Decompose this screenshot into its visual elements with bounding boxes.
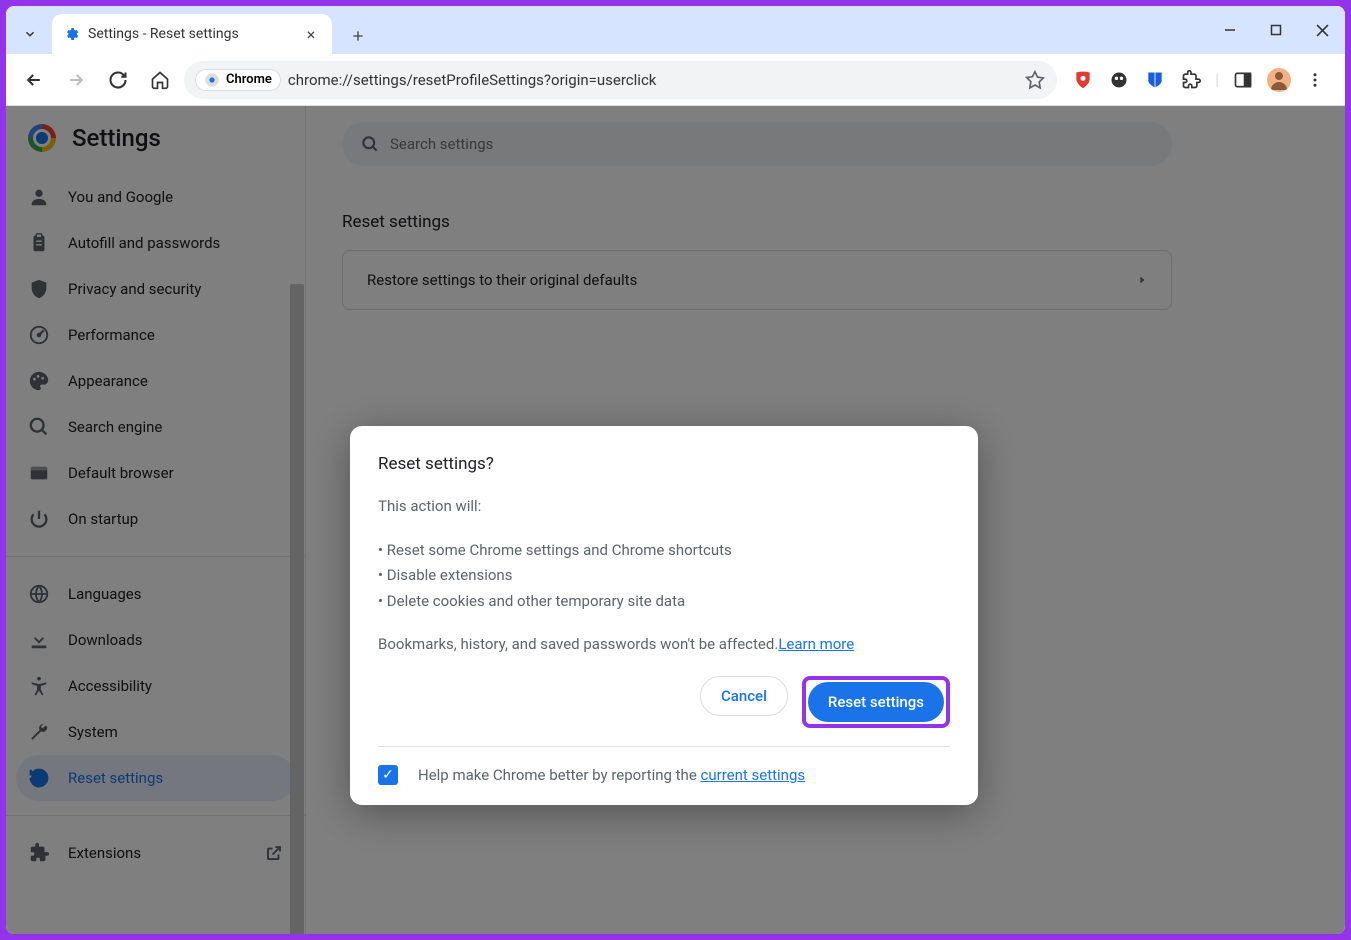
- address-bar[interactable]: Chrome chrome://settings/resetProfileSet…: [184, 61, 1057, 99]
- bookmark-star-icon[interactable]: [1025, 70, 1045, 90]
- gear-icon: [64, 26, 80, 42]
- footer-text: Help make Chrome better by reporting the: [418, 766, 701, 784]
- highlight-annotation: Reset settings: [802, 676, 950, 728]
- menu-button[interactable]: [1303, 68, 1327, 92]
- reload-button[interactable]: [100, 62, 136, 98]
- dialog-actions: Cancel Reset settings: [378, 676, 950, 728]
- content-area: Settings You and GoogleAutofill and pass…: [6, 106, 1345, 934]
- window-controls: [1207, 6, 1345, 54]
- dialog-title: Reset settings?: [378, 454, 950, 474]
- tab-search-button[interactable]: [10, 14, 50, 54]
- dialog-note: Bookmarks, history, and saved passwords …: [378, 635, 778, 653]
- reset-settings-dialog: Reset settings? This action will: Reset …: [350, 426, 978, 805]
- extension-icon-2[interactable]: [1107, 68, 1131, 92]
- profile-avatar[interactable]: [1267, 68, 1291, 92]
- tab-close-button[interactable]: ×: [302, 25, 320, 44]
- learn-more-link[interactable]: Learn more: [778, 635, 854, 653]
- dialog-bullet: Delete cookies and other temporary site …: [378, 589, 950, 615]
- browser-window: Settings - Reset settings × Chrome chrom…: [6, 6, 1345, 934]
- ublock-icon[interactable]: [1071, 68, 1095, 92]
- new-tab-button[interactable]: [340, 18, 376, 54]
- back-button[interactable]: [16, 62, 52, 98]
- browser-tab[interactable]: Settings - Reset settings ×: [52, 14, 332, 54]
- dialog-intro: This action will:: [378, 494, 950, 520]
- chrome-logo-icon: [204, 72, 220, 88]
- report-checkbox[interactable]: ✓: [378, 765, 398, 785]
- dialog-bullet: Disable extensions: [378, 563, 950, 589]
- chrome-chip: Chrome: [196, 70, 280, 90]
- url-text: chrome://settings/resetProfileSettings?o…: [288, 71, 657, 89]
- tab-title: Settings - Reset settings: [88, 26, 294, 42]
- cancel-button[interactable]: Cancel: [700, 676, 788, 716]
- reset-settings-button[interactable]: Reset settings: [808, 682, 944, 722]
- dialog-bullet: Reset some Chrome settings and Chrome sh…: [378, 538, 950, 564]
- home-button[interactable]: [142, 62, 178, 98]
- minimize-button[interactable]: [1207, 6, 1253, 54]
- close-button[interactable]: [1299, 6, 1345, 54]
- dialog-footer: ✓ Help make Chrome better by reporting t…: [378, 746, 950, 785]
- maximize-button[interactable]: [1253, 6, 1299, 54]
- extensions-puzzle-icon[interactable]: [1179, 68, 1203, 92]
- forward-button[interactable]: [58, 62, 94, 98]
- bitwarden-icon[interactable]: [1143, 68, 1167, 92]
- toolbar: Chrome chrome://settings/resetProfileSet…: [6, 54, 1345, 106]
- current-settings-link[interactable]: current settings: [701, 766, 806, 784]
- dialog-body: This action will: Reset some Chrome sett…: [378, 494, 950, 658]
- side-panel-icon[interactable]: [1231, 68, 1255, 92]
- extension-icons: |: [1063, 68, 1335, 92]
- titlebar: Settings - Reset settings ×: [6, 6, 1345, 54]
